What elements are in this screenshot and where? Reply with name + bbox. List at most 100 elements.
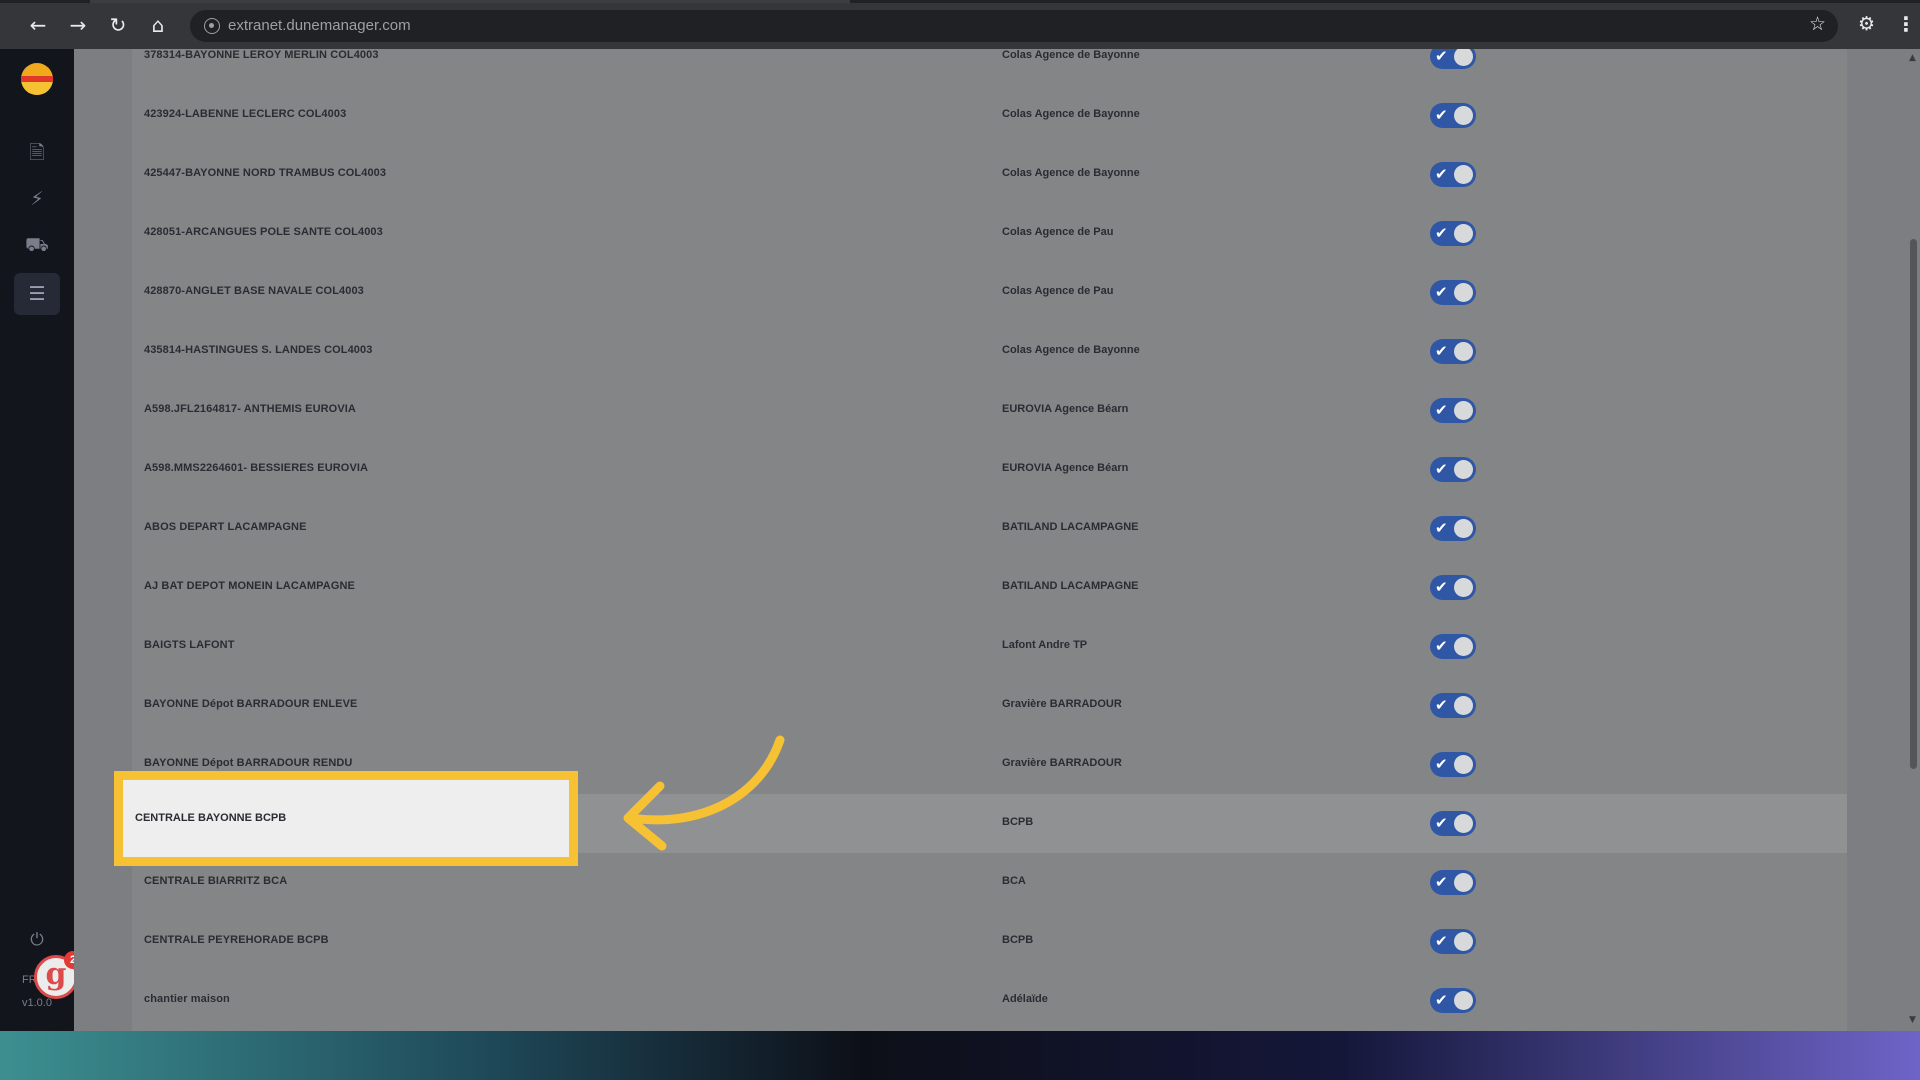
site-name-cell[interactable]: CENTRALE BIARRITZ BCA: [144, 875, 287, 887]
agency-cell: Gravière BARRADOUR: [1002, 757, 1122, 769]
check-icon: ✔: [1435, 873, 1448, 891]
agency-cell: EUROVIA Agence Béarn: [1002, 462, 1129, 474]
active-toggle[interactable]: ✔: [1430, 280, 1476, 305]
check-icon: ✔: [1435, 814, 1448, 832]
document-icon[interactable]: 🗎: [23, 139, 51, 167]
toggle-knob: [1454, 460, 1473, 479]
table-row[interactable]: BAIGTS LAFONT Lafont Andre TP ✔: [132, 617, 1847, 676]
power-icon[interactable]: ⏻: [24, 927, 50, 953]
browser-toolbar: ← → ↻ ⌂ extranet.dunemanager.com ☆ ⚙ ⋮: [0, 0, 1920, 49]
table-row[interactable]: A598.MMS2264601- BESSIERES EUROVIA EUROVI…: [132, 440, 1847, 499]
page-scrollbar[interactable]: ▲ ▼: [1907, 49, 1920, 1031]
active-tab-edge: [90, 0, 850, 3]
active-toggle[interactable]: ✔: [1430, 398, 1476, 423]
site-name-cell[interactable]: BAYONNE Dépot BARRADOUR ENLEVE: [144, 698, 357, 710]
site-name-cell[interactable]: ABOS DEPART LACAMPAGNE: [144, 521, 307, 533]
active-toggle[interactable]: ✔: [1430, 988, 1476, 1013]
scroll-up-icon[interactable]: ▲: [1909, 53, 1916, 63]
site-name-cell[interactable]: 425447-BAYONNE NORD TRAMBUS COL4003: [144, 167, 386, 179]
active-toggle[interactable]: ✔: [1430, 457, 1476, 482]
site-name-cell[interactable]: 378314-BAYONNE LEROY MERLIN COL4003: [144, 49, 379, 61]
highlighted-site-name[interactable]: CENTRALE BAYONNE BCPB: [135, 812, 286, 824]
scroll-down-icon[interactable]: ▼: [1909, 1015, 1916, 1025]
tab-strip: [0, 0, 1920, 3]
site-info-icon[interactable]: [204, 18, 220, 34]
active-toggle[interactable]: ✔: [1430, 103, 1476, 128]
toggle-knob: [1454, 106, 1473, 125]
bookmark-star-icon[interactable]: ☆: [1809, 13, 1826, 35]
site-name-cell[interactable]: 423924-LABENNE LECLERC COL4003: [144, 108, 346, 120]
browser-menu-icon[interactable]: ⋮: [1896, 13, 1916, 37]
table-row[interactable]: chantier maison Adélaïde ✔: [132, 971, 1847, 1030]
site-name-cell[interactable]: A598.JFL2164817- ANTHEMIS EUROVIA: [144, 403, 356, 415]
desktop-background: [0, 1031, 1920, 1080]
check-icon: ✔: [1435, 696, 1448, 714]
table-row[interactable]: 378314-BAYONNE LEROY MERLIN COL4003 Colas…: [132, 49, 1847, 86]
table-row[interactable]: ABOS DEPART LACAMPAGNE BATILAND LACAMPAGN…: [132, 499, 1847, 558]
agency-cell: BATILAND LACAMPAGNE: [1002, 521, 1139, 533]
site-name-cell[interactable]: 435814-HASTINGUES S. LANDES COL4003: [144, 344, 372, 356]
toggle-knob: [1454, 755, 1473, 774]
check-icon: ✔: [1435, 991, 1448, 1009]
active-toggle[interactable]: ✔: [1430, 870, 1476, 895]
active-toggle[interactable]: ✔: [1430, 221, 1476, 246]
version-label: v1.0.0: [22, 997, 52, 1009]
table-row[interactable]: 435814-HASTINGUES S. LANDES COL4003 Colas…: [132, 322, 1847, 381]
home-icon[interactable]: ⌂: [146, 13, 170, 37]
lightning-icon[interactable]: ⚡: [23, 185, 51, 213]
back-icon[interactable]: ←: [26, 13, 50, 37]
active-toggle[interactable]: ✔: [1430, 693, 1476, 718]
check-icon: ✔: [1435, 460, 1448, 478]
active-toggle[interactable]: ✔: [1430, 811, 1476, 836]
active-toggle[interactable]: ✔: [1430, 752, 1476, 777]
list-icon[interactable]: ☰: [23, 280, 51, 308]
site-name-cell[interactable]: A598.MMS2264601- BESSIERES EUROVIA: [144, 462, 368, 474]
check-icon: ✔: [1435, 401, 1448, 419]
active-toggle[interactable]: ✔: [1430, 339, 1476, 364]
address-bar[interactable]: extranet.dunemanager.com ☆: [190, 10, 1838, 42]
table-row[interactable]: BAYONNE Dépot BARRADOUR ENLEVE Gravière B…: [132, 676, 1847, 735]
scrollbar-thumb[interactable]: [1910, 239, 1917, 769]
check-icon: ✔: [1435, 932, 1448, 950]
agency-cell: Lafont Andre TP: [1002, 639, 1088, 651]
agency-cell: BATILAND LACAMPAGNE: [1002, 580, 1139, 592]
toggle-knob: [1454, 814, 1473, 833]
site-name-cell[interactable]: chantier maison: [144, 993, 230, 1005]
toggle-knob: [1454, 578, 1473, 597]
agency-cell: BCA: [1002, 875, 1026, 887]
toggle-knob: [1454, 224, 1473, 243]
table-row[interactable]: CENTRALE PEYREHORADE BCPB BCPB ✔: [132, 912, 1847, 971]
agency-cell: Colas Agence de Bayonne: [1002, 108, 1140, 120]
table-row[interactable]: 423924-LABENNE LECLERC COL4003 Colas Agen…: [132, 86, 1847, 145]
active-toggle[interactable]: ✔: [1430, 516, 1476, 541]
truck-icon[interactable]: ⛟: [23, 231, 51, 259]
app-logo[interactable]: [21, 63, 53, 95]
table-row[interactable]: AJ BAT DEPOT MONEIN LACAMPAGNE BATILAND L…: [132, 558, 1847, 617]
site-name-cell[interactable]: BAYONNE Dépot BARRADOUR RENDU: [144, 757, 352, 769]
table-row[interactable]: 428870-ANGLET BASE NAVALE COL4003 Colas A…: [132, 263, 1847, 322]
table-row[interactable]: 425447-BAYONNE NORD TRAMBUS COL4003 Colas…: [132, 145, 1847, 204]
check-icon: ✔: [1435, 283, 1448, 301]
agency-cell: BCPB: [1002, 816, 1034, 828]
table-row[interactable]: 428051-ARCANGUES POLE SANTE COL4003 Colas…: [132, 204, 1847, 263]
active-toggle[interactable]: ✔: [1430, 162, 1476, 187]
toggle-knob: [1454, 342, 1473, 361]
active-toggle[interactable]: ✔: [1430, 634, 1476, 659]
extensions-puzzle-icon[interactable]: ⚙: [1858, 13, 1880, 35]
site-name-cell[interactable]: BAIGTS LAFONT: [144, 639, 235, 651]
table-row[interactable]: A598.JFL2164817- ANTHEMIS EUROVIA EUROVIA…: [132, 381, 1847, 440]
agency-cell: Colas Agence de Pau: [1002, 285, 1114, 297]
site-name-cell[interactable]: 428870-ANGLET BASE NAVALE COL4003: [144, 285, 364, 297]
site-name-cell[interactable]: AJ BAT DEPOT MONEIN LACAMPAGNE: [144, 580, 355, 592]
forward-icon[interactable]: →: [66, 13, 90, 37]
site-name-cell[interactable]: 428051-ARCANGUES POLE SANTE COL4003: [144, 226, 383, 238]
toggle-knob: [1454, 49, 1473, 66]
url-text[interactable]: extranet.dunemanager.com: [228, 17, 411, 34]
reload-icon[interactable]: ↻: [106, 13, 130, 37]
active-toggle[interactable]: ✔: [1430, 575, 1476, 600]
check-icon: ✔: [1435, 578, 1448, 596]
toggle-knob: [1454, 991, 1473, 1010]
site-name-cell[interactable]: CENTRALE PEYREHORADE BCPB: [144, 934, 329, 946]
active-toggle[interactable]: ✔: [1430, 929, 1476, 954]
active-toggle[interactable]: ✔: [1430, 49, 1476, 69]
